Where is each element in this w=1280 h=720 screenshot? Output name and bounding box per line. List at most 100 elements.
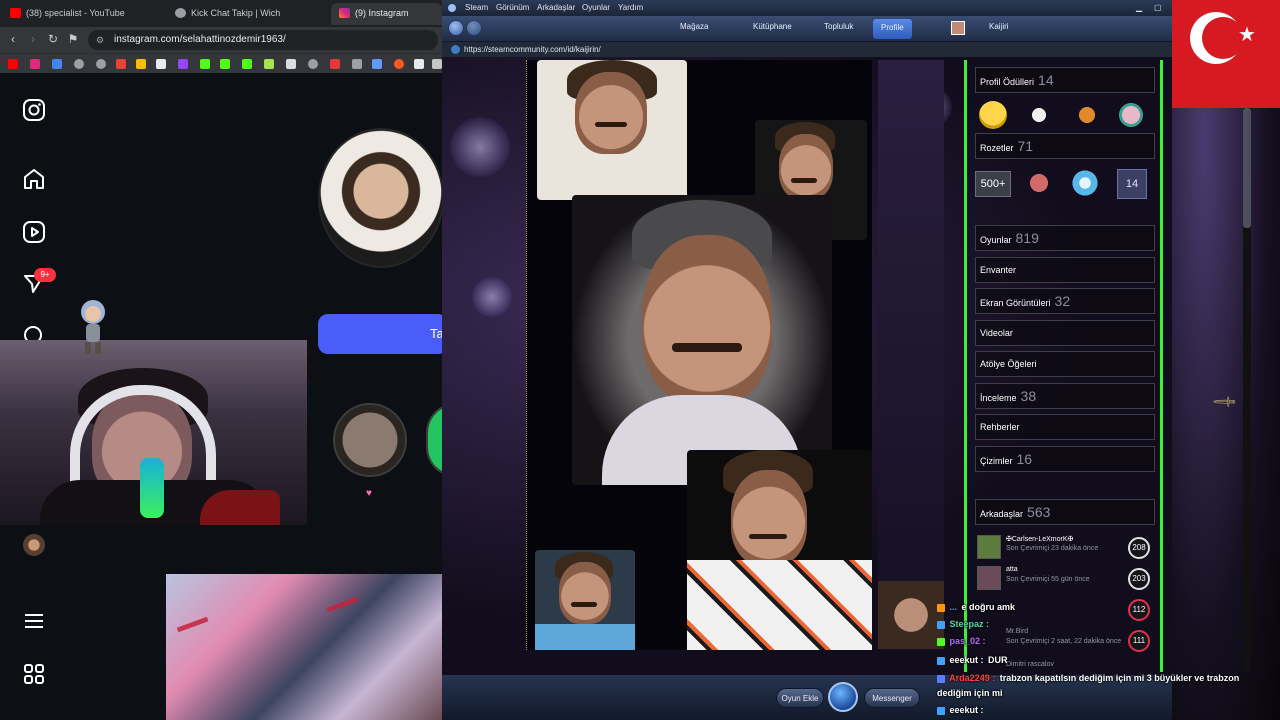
user-avatar[interactable]	[951, 21, 965, 35]
artwork-shirt	[687, 560, 872, 650]
bookmark-icon[interactable]	[264, 59, 274, 69]
messenger-button[interactable]: Messenger	[864, 688, 920, 708]
address-bar[interactable]: ⚙ instagram.com/selahattinozdemir1963/	[88, 30, 438, 50]
bookmark-icon[interactable]	[372, 59, 382, 69]
badge-snowflake-icon[interactable]	[1069, 167, 1101, 199]
reels-icon[interactable]	[22, 220, 46, 244]
profile-avatar[interactable]	[23, 534, 45, 556]
profile-artwork-showcase[interactable]	[526, 60, 872, 650]
menu-steam[interactable]: Steam	[465, 0, 488, 16]
add-game-button[interactable]: Oyun Ekle	[776, 688, 824, 708]
menu-games[interactable]: Oyunlar	[582, 0, 610, 16]
reload-icon[interactable]: ↻	[46, 32, 60, 46]
story-highlight[interactable]	[333, 403, 407, 477]
tab-kick-chat[interactable]: Kick Chat Takip | Wich	[167, 3, 330, 25]
maximize-icon[interactable]: ▢	[1154, 0, 1162, 16]
artwork-link[interactable]: Çizimler 16	[975, 446, 1155, 472]
bookmark-anchor-icon[interactable]	[286, 59, 296, 69]
award-character-icon[interactable]	[1073, 101, 1101, 129]
minimize-icon[interactable]: ▁	[1136, 0, 1142, 16]
bookmark-kick-icon[interactable]	[242, 59, 252, 69]
bookmark-gmail-icon[interactable]	[116, 59, 126, 69]
flag-star-icon: ★	[1238, 24, 1256, 46]
inventory-link[interactable]: Envanter	[975, 257, 1155, 283]
tab-title: (38) specialist - YouTube	[26, 8, 125, 18]
chat-text: DUR	[988, 655, 1008, 665]
back-icon[interactable]: ‹	[6, 32, 20, 46]
home-icon[interactable]	[22, 167, 46, 191]
bookmark-x-icon[interactable]	[352, 59, 362, 69]
friend-row[interactable]: ✠Carlsen-LeXmorK✠ Son Çevrimiçi 23 dakik…	[975, 533, 1155, 563]
profile-awards-link[interactable]: Profil Ödülleri 14	[975, 67, 1155, 93]
bookmark-instagram-icon[interactable]	[30, 59, 40, 69]
reviews-link[interactable]: İnceleme 38	[975, 383, 1155, 409]
chat-message: pas_02 :	[937, 636, 988, 646]
bookmark-globe-icon[interactable]	[96, 59, 106, 69]
instagram-logo-icon[interactable]	[22, 98, 46, 122]
back-icon[interactable]	[448, 20, 464, 36]
bookmark-icon[interactable]: ⚑	[66, 32, 80, 46]
badge-500-icon[interactable]: 500+	[975, 171, 1011, 197]
bookmark-twitch-icon[interactable]	[178, 59, 188, 69]
bookmark-p-icon[interactable]	[414, 59, 424, 69]
forward-icon[interactable]: ›	[26, 32, 40, 46]
nav-community[interactable]: Topluluk	[824, 22, 853, 31]
menu-view[interactable]: Görünüm	[496, 0, 529, 16]
scrollbar-thumb[interactable]	[1243, 108, 1251, 228]
screenshots-link[interactable]: Ekran Görüntüleri 32	[975, 288, 1155, 314]
bookmark-docs-icon[interactable]	[156, 59, 166, 69]
tab-instagram[interactable]: (9) Instagram	[331, 3, 442, 25]
chat-badge-icon	[937, 656, 945, 665]
bookmark-kick-icon[interactable]	[220, 59, 230, 69]
tab-youtube[interactable]: (38) specialist - YouTube	[2, 3, 167, 25]
bookmark-icon[interactable]	[308, 59, 318, 69]
bookmark-globe-icon[interactable]	[74, 59, 84, 69]
bookmark-youtube-icon[interactable]	[8, 59, 18, 69]
nav-profile[interactable]: Profile	[873, 19, 912, 39]
menu-friends[interactable]: Arkadaşlar	[537, 0, 575, 16]
steam-logo-icon[interactable]	[828, 682, 858, 712]
artwork-mustache	[791, 178, 817, 183]
profile-picture[interactable]	[318, 128, 444, 268]
stream-chat-overlay: ... e doğru amk Steepaz : pas_02 : eeeku…	[937, 582, 1267, 720]
friends-link[interactable]: Arkadaşlar 563	[975, 499, 1155, 525]
guides-link[interactable]: Rehberler	[975, 414, 1155, 440]
bookmark-icon[interactable]	[330, 59, 340, 69]
award-emoji-icon[interactable]	[979, 101, 1007, 129]
bookmark-reddit-icon[interactable]	[394, 59, 404, 69]
menu-icon[interactable]	[22, 609, 46, 633]
workshop-link[interactable]: Atölye Öğeleri	[975, 351, 1155, 377]
steam-url-bar[interactable]: https://steamcommunity.com/id/kaijirin/	[442, 42, 1172, 57]
site-info-icon[interactable]: ⚙	[96, 30, 104, 50]
link-label: Çizimler	[980, 456, 1013, 466]
apps-icon[interactable]	[22, 662, 46, 686]
chat-username: Arda2249 :	[949, 673, 996, 683]
webcam-chair	[200, 490, 280, 525]
side-artwork[interactable]	[878, 60, 944, 650]
award-wings-icon[interactable]	[1025, 101, 1053, 129]
chat-username: pas_02 :	[949, 636, 986, 646]
bookmark-drive-icon[interactable]	[136, 59, 146, 69]
menu-help[interactable]: Yardım	[618, 0, 643, 16]
bookmark-icon[interactable]	[432, 59, 442, 69]
videos-link[interactable]: Videolar	[975, 320, 1155, 346]
bookmark-kick-icon[interactable]	[200, 59, 210, 69]
globe-icon	[175, 8, 186, 18]
bookmark-translate-icon[interactable]	[52, 59, 62, 69]
notification-badge: 9+	[34, 268, 56, 282]
nav-library[interactable]: Kütüphane	[753, 22, 792, 31]
friend-status: Son Çevrimiçi 23 dakika önce	[1006, 545, 1099, 552]
badge-pig-icon[interactable]	[1025, 169, 1053, 197]
youtube-icon	[10, 8, 21, 18]
award-creature-icon[interactable]	[1117, 101, 1145, 129]
background-bubble	[450, 117, 510, 177]
badges-link[interactable]: Rozetler 71	[975, 133, 1155, 159]
link-count: 38	[1020, 388, 1037, 404]
nav-store[interactable]: Mağaza	[680, 22, 708, 31]
address-row: ‹ › ↻ ⚑ ⚙ instagram.com/selahattinozdemi…	[0, 27, 442, 53]
forward-icon[interactable]	[466, 20, 482, 36]
badge-level-icon[interactable]: 14	[1117, 169, 1147, 199]
games-link[interactable]: Oyunlar 819	[975, 225, 1155, 251]
username[interactable]: Kaijiri	[989, 22, 1009, 31]
follow-button[interactable]: Ta	[318, 314, 448, 354]
